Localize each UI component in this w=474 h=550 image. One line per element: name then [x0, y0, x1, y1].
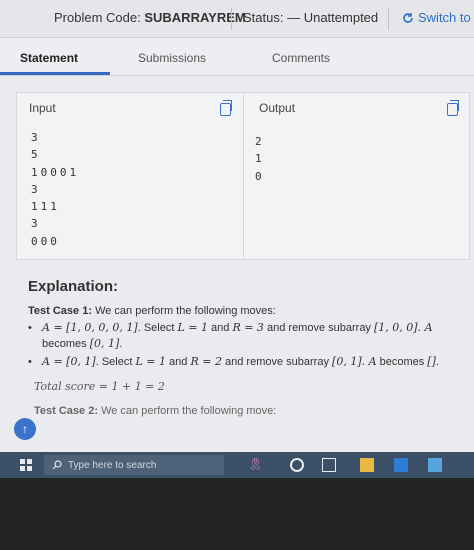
- math-subarray: [1, 0, 0]: [374, 321, 418, 334]
- sample-input: 3 5 10001 3 111 3 000: [31, 129, 79, 250]
- sample-io-panel: Input Output 3 5 10001 3 111 3 000 2 1 0: [16, 92, 470, 260]
- input-line: 5: [31, 148, 39, 162]
- tab-bar: Statement Submissions Comments: [0, 38, 474, 76]
- math-result: [0, 1]: [89, 337, 120, 350]
- windows-taskbar: Type here to search 🎗: [0, 452, 474, 478]
- input-label: Input: [29, 101, 56, 115]
- math-r: R = 2: [190, 355, 222, 368]
- test-case-label: Test Case 2:: [34, 405, 98, 417]
- test-case-heading: Test Case 2: We can perform the followin…: [34, 405, 468, 417]
- move-text: and: [166, 356, 191, 368]
- total-score: Total score = 1 + 1 = 2: [34, 380, 165, 393]
- move-text: .: [435, 356, 439, 368]
- test-case-intro: We can perform the following move:: [101, 405, 277, 417]
- search-icon: [52, 460, 62, 470]
- monitor-bezel: [0, 478, 474, 550]
- arrow-up-icon: ↑: [22, 422, 28, 436]
- output-line: 1: [255, 152, 263, 166]
- mail-icon[interactable]: [428, 458, 442, 472]
- file-explorer-icon[interactable]: [360, 458, 374, 472]
- math-r: R = 3: [232, 321, 264, 334]
- input-line: 3: [31, 217, 39, 231]
- explanation-section: Explanation: Test Case 1: We can perform…: [28, 278, 468, 420]
- math-l: L = 1: [135, 355, 166, 368]
- tab-submissions[interactable]: Submissions: [138, 51, 206, 65]
- store-icon[interactable]: [394, 458, 408, 472]
- move-item: A = [1, 0, 0, 0, 1]. Select L = 1 and R …: [28, 320, 468, 352]
- refresh-icon: [403, 12, 413, 23]
- input-line: 3: [31, 131, 39, 144]
- output-line: 0: [255, 169, 263, 183]
- copy-icon[interactable]: [447, 100, 459, 116]
- test-case-heading: Test Case 1: We can perform the followin…: [28, 305, 468, 317]
- math-a: . A: [361, 355, 377, 368]
- tab-statement[interactable]: Statement: [20, 51, 78, 65]
- sample-output: 2 1 0: [255, 133, 263, 185]
- switch-label: Switch to: [418, 10, 471, 25]
- math-array: A = [1, 0, 0, 0, 1]: [42, 321, 138, 334]
- io-divider: [243, 93, 244, 259]
- math-array: A = [0, 1]: [42, 355, 96, 368]
- problem-code: Problem Code: SUBARRAYREM: [54, 10, 246, 25]
- task-view-icon[interactable]: [322, 458, 336, 472]
- move-text: and remove subarray: [263, 322, 374, 334]
- taskbar-search-input[interactable]: Type here to search: [44, 455, 224, 475]
- ribbon-icon: 🎗: [248, 457, 264, 471]
- tab-comments[interactable]: Comments: [272, 51, 330, 65]
- cortana-circle-icon[interactable]: [290, 458, 304, 472]
- move-text: and: [207, 322, 233, 334]
- input-line: 111: [31, 200, 60, 214]
- windows-logo-icon[interactable]: [20, 459, 32, 471]
- problem-header: Problem Code: SUBARRAYREM Status: — Unat…: [0, 0, 474, 38]
- input-line: 000: [31, 234, 60, 248]
- problem-code-label: Problem Code:: [54, 10, 141, 25]
- move-text: . Select: [95, 356, 136, 368]
- input-line: 3: [31, 182, 39, 196]
- move-text: .: [119, 338, 123, 350]
- math-subarray: [0, 1]: [332, 355, 362, 368]
- browser-viewport: Problem Code: SUBARRAYREM Status: — Unat…: [0, 0, 474, 452]
- output-line: 2: [255, 135, 263, 148]
- active-tab-indicator: [0, 72, 110, 75]
- move-text: and remove subarray: [221, 356, 333, 368]
- move-text: . Select: [137, 322, 178, 334]
- scroll-to-top-button[interactable]: ↑: [14, 418, 36, 440]
- math-l: L = 1: [177, 321, 208, 334]
- output-label: Output: [259, 101, 296, 115]
- math-a: . A: [417, 321, 433, 334]
- copy-icon[interactable]: [220, 100, 232, 116]
- status: Status: — Unattempted: [243, 10, 378, 25]
- move-text: becomes: [376, 356, 428, 368]
- math-result: []: [427, 355, 436, 368]
- header-divider: [231, 8, 232, 30]
- move-item: A = [0, 1]. Select L = 1 and R = 2 and r…: [28, 354, 468, 370]
- header-divider: [388, 8, 389, 30]
- search-placeholder: Type here to search: [68, 459, 157, 471]
- explanation-title: Explanation:: [28, 278, 119, 295]
- status-label: Status:: [243, 10, 284, 25]
- test-case-intro: We can perform the following moves:: [95, 305, 276, 317]
- switch-button[interactable]: Switch to: [402, 10, 471, 25]
- input-line: 10001: [31, 165, 80, 179]
- status-value: — Unattempted: [287, 10, 379, 25]
- move-text: becomes: [42, 338, 90, 350]
- test-case-label: Test Case 1:: [28, 305, 92, 317]
